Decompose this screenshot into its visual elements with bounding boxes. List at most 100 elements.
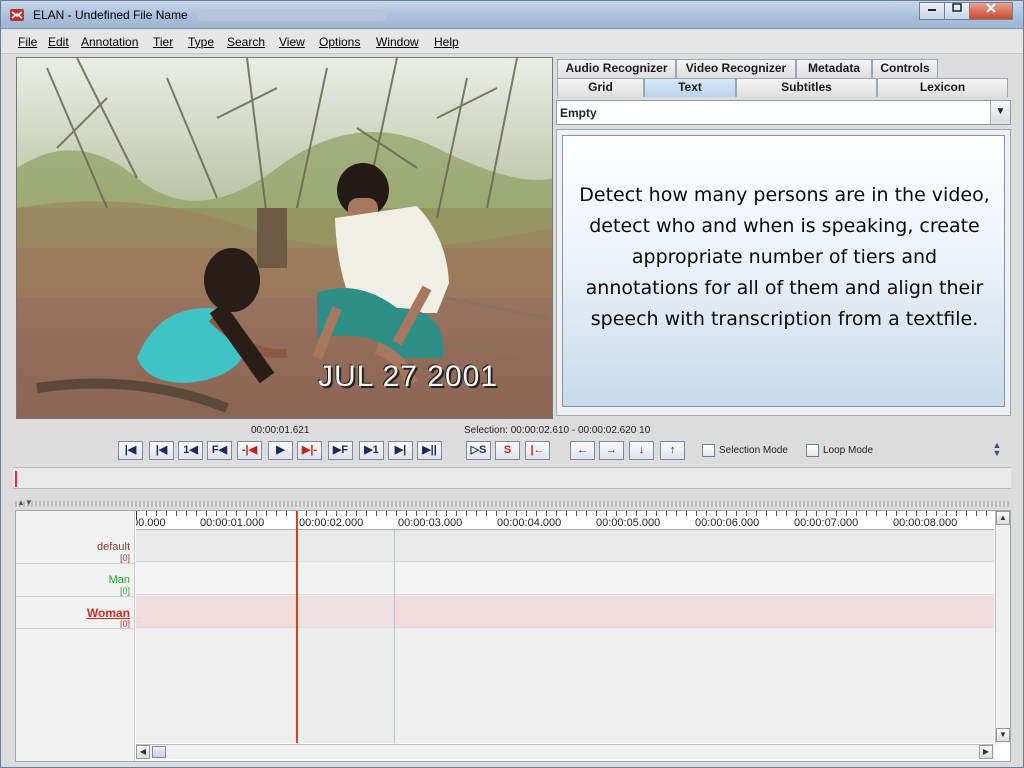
title-bar: ELAN - Undefined File Name bbox=[1, 1, 1023, 29]
menu-help[interactable]: Help bbox=[434, 35, 459, 49]
tier-divider bbox=[16, 628, 135, 629]
vertical-scrollbar[interactable]: ▲ ▼ bbox=[995, 511, 1010, 743]
tab-metadata[interactable]: Metadata bbox=[796, 59, 872, 78]
tab-video-recognizer[interactable]: Video Recognizer bbox=[676, 59, 796, 78]
menu-view[interactable]: View bbox=[279, 35, 305, 49]
menu-search[interactable]: Search bbox=[227, 35, 265, 49]
task-description: Detect how many persons are in the video… bbox=[579, 184, 990, 330]
tabs-row-top: Audio Recognizer Video Recognizer Metada… bbox=[557, 59, 938, 78]
ruler-label: 00:00:03.000 bbox=[398, 517, 463, 529]
tab-subtitles[interactable]: Subtitles bbox=[736, 78, 877, 97]
tab-controls[interactable]: Controls bbox=[872, 59, 938, 78]
tier-divider bbox=[16, 596, 135, 597]
video-viewer[interactable]: JUL 27 2001 bbox=[16, 57, 553, 419]
go-to-begin-button[interactable]: |◀ bbox=[118, 441, 143, 460]
selection-mode-checkbox[interactable] bbox=[702, 444, 715, 457]
elan-logo-icon bbox=[10, 9, 24, 21]
window-controls bbox=[919, 2, 1013, 20]
selection-band bbox=[298, 530, 395, 743]
waveform-strip[interactable] bbox=[13, 467, 1011, 489]
go-to-end-button[interactable]: ▶|| bbox=[417, 441, 442, 460]
horizontal-scroll-thumb[interactable] bbox=[152, 746, 166, 758]
rate-updown-icon[interactable]: ▲ ▼ bbox=[989, 441, 1005, 459]
combo-dropdown-button[interactable]: ▼ bbox=[990, 101, 1010, 124]
tier-label-woman[interactable]: Woman bbox=[87, 606, 130, 620]
maximize-icon bbox=[952, 3, 962, 12]
previous-pixel-button[interactable]: -|◀ bbox=[237, 441, 262, 460]
tier-count-default: [0] bbox=[119, 553, 130, 563]
play-button[interactable]: ▶ bbox=[268, 441, 293, 460]
text-viewer[interactable]: Detect how many persons are in the video… bbox=[562, 135, 1005, 407]
tab-audio-recognizer[interactable]: Audio Recognizer bbox=[557, 59, 676, 78]
minimize-icon bbox=[928, 9, 936, 11]
ruler-label: 00:00:04.000 bbox=[497, 517, 562, 529]
tab-grid[interactable]: Grid bbox=[557, 78, 644, 97]
menu-options[interactable]: Options bbox=[319, 35, 360, 49]
tier-count-man: [0] bbox=[119, 586, 130, 596]
minimize-button[interactable] bbox=[919, 2, 945, 20]
ruler-label: 00:00:08.000 bbox=[893, 517, 958, 529]
current-time: 00:00:01.621 bbox=[251, 425, 310, 436]
time-ruler[interactable]: 00.000 00:00:01.000 00:00:02.000 00:00:0… bbox=[136, 511, 994, 530]
split-pane-divider[interactable] bbox=[15, 501, 1009, 507]
next-frame-button[interactable]: ▶F bbox=[328, 441, 353, 460]
tier-label-panel: default [0] Man [0] Woman [0] bbox=[16, 511, 135, 761]
selection-boundary-button[interactable]: |← bbox=[525, 441, 550, 460]
tab-lexicon[interactable]: Lexicon bbox=[877, 78, 1008, 97]
ruler-label: 00.000 bbox=[136, 517, 166, 529]
ruler-label: 00:00:06.000 bbox=[695, 517, 760, 529]
close-button[interactable] bbox=[969, 2, 1013, 20]
track-woman[interactable] bbox=[136, 596, 994, 628]
tier-up-button[interactable]: ↑ bbox=[660, 441, 685, 460]
scroll-left-icon[interactable]: ◀ bbox=[136, 745, 150, 759]
combo-value: Empty bbox=[560, 106, 597, 120]
tier-label-default[interactable]: default bbox=[97, 541, 130, 553]
previous-second-button[interactable]: 1◀ bbox=[178, 441, 203, 460]
tier-down-button[interactable]: ↓ bbox=[629, 441, 654, 460]
menu-bar: File Edit Annotation Tier Type Search Vi… bbox=[1, 30, 1023, 54]
menu-tier[interactable]: Tier bbox=[153, 35, 173, 49]
scroll-right-icon[interactable]: ▶ bbox=[979, 745, 993, 759]
track-default[interactable] bbox=[136, 530, 994, 562]
ruler-minor-ticks bbox=[136, 511, 994, 516]
close-icon bbox=[986, 3, 996, 13]
scroll-down-icon[interactable]: ▼ bbox=[996, 728, 1010, 742]
window-title: ELAN - Undefined File Name bbox=[33, 8, 188, 22]
tab-text[interactable]: Text bbox=[644, 78, 736, 97]
menu-edit[interactable]: Edit bbox=[48, 35, 69, 49]
tier-select-combo[interactable]: Empty ▼ bbox=[556, 100, 1011, 125]
menu-type[interactable]: Type bbox=[188, 35, 214, 49]
clear-selection-button[interactable]: S bbox=[495, 441, 520, 460]
track-man[interactable] bbox=[136, 563, 994, 595]
menu-annotation[interactable]: Annotation bbox=[81, 35, 138, 49]
split-arrows-icon[interactable]: ▲▼ bbox=[17, 498, 33, 507]
tier-label-man[interactable]: Man bbox=[109, 574, 130, 586]
ruler-label: 00:00:05.000 bbox=[596, 517, 661, 529]
title-blur bbox=[197, 9, 387, 21]
selection-readout: Selection: 00:00:02.610 - 00:00:02.620 1… bbox=[464, 425, 651, 436]
annotation-right-button[interactable]: → bbox=[599, 441, 624, 460]
playhead-cursor bbox=[296, 511, 298, 743]
next-pixel-button[interactable]: ▶|- bbox=[297, 441, 322, 460]
tier-tracks[interactable] bbox=[136, 530, 994, 743]
annotation-left-button[interactable]: ← bbox=[570, 441, 595, 460]
text-panel: Detect how many persons are in the video… bbox=[556, 129, 1011, 416]
elan-window: ELAN - Undefined File Name File Edit Ann… bbox=[0, 0, 1024, 768]
video-date-stamp: JUL 27 2001 bbox=[318, 360, 499, 393]
play-selection-button[interactable]: ▷S bbox=[466, 441, 491, 460]
horizontal-scrollbar[interactable]: ◀ ▶ bbox=[136, 744, 994, 759]
loop-mode-checkbox[interactable] bbox=[806, 444, 819, 457]
previous-frame-button[interactable]: F◀ bbox=[207, 441, 232, 460]
ruler-label: 00:00:02.000 bbox=[299, 517, 364, 529]
crosshair-marker bbox=[15, 471, 17, 487]
tier-divider bbox=[16, 563, 135, 564]
menu-window[interactable]: Window bbox=[376, 35, 419, 49]
next-second-button[interactable]: ▶1 bbox=[359, 441, 384, 460]
next-scrollview-button[interactable]: ▶| bbox=[388, 441, 413, 460]
maximize-button[interactable] bbox=[944, 2, 970, 20]
loop-mode-label: Loop Mode bbox=[823, 445, 874, 456]
menu-file[interactable]: File bbox=[18, 35, 37, 49]
scroll-up-icon[interactable]: ▲ bbox=[996, 511, 1010, 525]
ruler-label: 00:00:07.000 bbox=[794, 517, 859, 529]
previous-scrollview-button[interactable]: |◀ bbox=[149, 441, 174, 460]
